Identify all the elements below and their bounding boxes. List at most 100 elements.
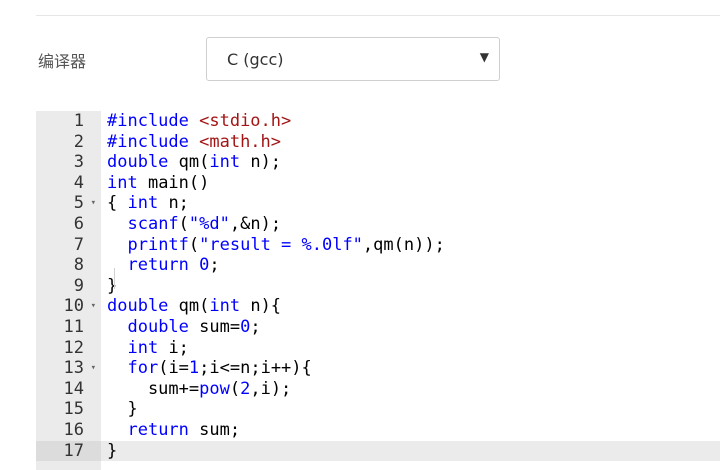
line-number: 11 (63, 317, 84, 337)
code-token: 0 (199, 255, 210, 276)
code-text[interactable]: } (101, 399, 720, 420)
code-line[interactable]: 9} (36, 276, 720, 297)
line-number: 13 (63, 358, 84, 379)
code-token: int (127, 337, 159, 358)
code-line[interactable]: 12 int i; (36, 338, 720, 359)
code-line[interactable]: 10 ▾ double qm(int n){ (36, 296, 720, 317)
line-number-cell: 3 (36, 152, 101, 173)
fold-arrow-icon[interactable]: ▾ (91, 358, 96, 379)
compiler-select[interactable]: C (gcc) ▼ (206, 37, 500, 81)
code-token: main() (137, 172, 210, 193)
code-token: <stdio.h> (199, 111, 292, 131)
code-token: #include (107, 111, 200, 131)
line-number: 1 (73, 111, 84, 131)
code-text[interactable]: for(i=1;i<=n;i++){ (101, 358, 720, 379)
line-number-cell: 9 (36, 276, 101, 297)
code-line[interactable]: 13 ▾ for(i=1;i<=n;i++){ (36, 358, 720, 379)
code-token: } (107, 275, 118, 296)
line-number: 6 (73, 214, 84, 234)
code-token: ( (229, 378, 241, 399)
code-text[interactable]: #include <stdio.h> (101, 111, 720, 132)
code-token: } (107, 399, 138, 420)
code-token: ( (178, 214, 189, 234)
code-line[interactable]: 15 } (36, 399, 720, 420)
code-line[interactable]: 11 double sum=0; (36, 317, 720, 338)
code-text[interactable]: sum+=pow(2,i); (101, 379, 720, 400)
code-token: ( (188, 234, 200, 255)
line-number-cell: 17 (36, 440, 101, 462)
code-token: #include (107, 131, 200, 152)
code-token: } (107, 440, 118, 461)
line-number: 5 (73, 193, 84, 214)
code-text[interactable]: int main() (101, 173, 720, 194)
code-line[interactable]: 16 return sum; (36, 420, 720, 441)
fold-arrow-icon[interactable]: ▾ (91, 193, 96, 214)
code-line[interactable]: 7 printf("result = %.0lf",qm(n)); (36, 235, 720, 256)
code-line[interactable]: 8 return 0; (36, 255, 720, 276)
code-text[interactable]: double qm(int n); (101, 152, 720, 173)
line-number: 15 (63, 399, 84, 420)
code-line[interactable]: 2 #include <math.h> (36, 132, 720, 153)
code-line[interactable]: 17} (36, 440, 720, 462)
code-token: 2 (240, 378, 251, 399)
code-token: int (209, 296, 241, 317)
line-number: 8 (73, 255, 84, 276)
compiler-label: 编译器 (38, 52, 87, 71)
line-number-cell: 5 ▾ (36, 193, 101, 214)
code-editor[interactable]: 1 #include <stdio.h> 2 #include <math.h> 3 do… (36, 111, 720, 470)
code-line[interactable]: 5 ▾{ int n; (36, 193, 720, 214)
code-token: printf (127, 234, 189, 255)
code-line[interactable]: 6 scanf("%d",&n); (36, 214, 720, 235)
code-text[interactable]: double sum=0; (101, 317, 720, 338)
code-line[interactable]: 14 sum+=pow(2,i); (36, 379, 720, 400)
code-token: <math.h> (199, 131, 282, 152)
code-token: return (127, 420, 189, 440)
line-number-cell: 2 (36, 132, 101, 153)
code-line[interactable]: 4 int main() (36, 173, 720, 194)
code-token: return (127, 255, 189, 276)
code-token: n){ (240, 296, 282, 317)
code-token: ,&n); (229, 214, 282, 234)
line-number-cell: 4 (36, 173, 101, 194)
line-number-cell: 14 (36, 379, 101, 400)
code-text[interactable]: } (101, 276, 720, 297)
code-text[interactable]: return sum; (101, 420, 720, 441)
fold-arrow-icon[interactable]: ▾ (91, 296, 96, 317)
code-text[interactable]: return 0; (101, 255, 720, 276)
line-number: 14 (63, 378, 84, 399)
code-token: n); (240, 152, 282, 173)
code-token: double (127, 317, 189, 337)
code-token: (i= (158, 358, 189, 379)
line-number-cell: 1 (36, 111, 101, 132)
code-token: qm( (168, 296, 210, 317)
line-number: 17 (63, 440, 84, 461)
code-token: 1 (188, 358, 200, 379)
code-text[interactable]: #include <math.h> (101, 132, 720, 153)
code-text[interactable]: printf("result = %.0lf",qm(n)); (101, 235, 720, 256)
line-number: 9 (73, 275, 84, 296)
code-token: int (209, 152, 241, 173)
line-number: 16 (63, 420, 84, 440)
code-text[interactable]: } (101, 440, 720, 462)
code-token: ,qm(n)); (362, 234, 445, 255)
line-number-cell: 15 (36, 399, 101, 420)
code-token: n; (158, 193, 189, 214)
line-number: 12 (63, 337, 84, 358)
code-token: 0 (240, 317, 251, 337)
line-number-cell: 10 ▾ (36, 296, 101, 317)
code-line[interactable]: 3 double qm(int n); (36, 152, 720, 173)
code-text[interactable]: { int n; (101, 193, 720, 214)
code-token: scanf (127, 214, 179, 234)
code-line[interactable]: 1 #include <stdio.h> (36, 111, 720, 132)
line-number-cell: 12 (36, 338, 101, 359)
code-text[interactable]: double qm(int n){ (101, 296, 720, 317)
code-token: sum= (188, 317, 241, 337)
code-token: "result = %.0lf" (199, 234, 363, 255)
code-text[interactable]: scanf("%d",&n); (101, 214, 720, 235)
code-text[interactable]: int i; (101, 338, 720, 359)
